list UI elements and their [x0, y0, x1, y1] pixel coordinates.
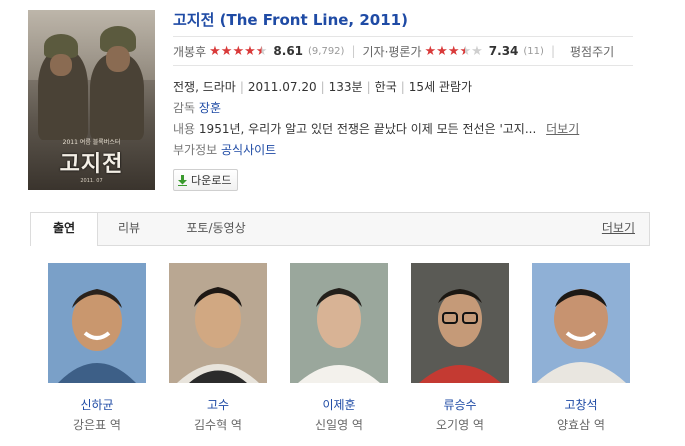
audience-stars: ★ ★ ★ ★ ★: [209, 45, 267, 58]
cast-photo[interactable]: [169, 263, 267, 383]
cast-role: 김수혁 역: [194, 418, 242, 432]
star-empty-icon: ★: [471, 43, 483, 59]
movie-title-ko: 고지전: [173, 11, 215, 29]
cast-photo[interactable]: [48, 263, 146, 383]
movie-title-en: (The Front Line, 2011): [219, 11, 408, 29]
star-icon: ★: [424, 43, 437, 59]
critic-stars: ★ ★ ★ ★ ★: [425, 45, 483, 58]
cast-card[interactable]: 신하균 강은표 역: [48, 263, 146, 433]
star-icon: ★: [232, 43, 245, 59]
cast-name[interactable]: 이제훈: [290, 396, 388, 413]
cast-name[interactable]: 류승수: [411, 396, 509, 413]
poster-face-right: [106, 46, 130, 72]
movie-poster[interactable]: 2011 여름 블록버스터 고지전 2011. 07: [28, 10, 155, 190]
download-arrow-icon: [178, 174, 187, 186]
download-label: 다운로드: [191, 174, 232, 187]
critic-score: 7.34: [488, 44, 519, 58]
star-icon: ★: [209, 43, 221, 59]
star-half-icon: ★: [459, 43, 472, 59]
runtime: 133분: [328, 80, 363, 94]
star-icon: ★: [447, 43, 460, 59]
director-label: 감독: [173, 101, 196, 115]
cast-photo[interactable]: [290, 263, 388, 383]
audience-rating-label: 개봉후: [173, 44, 207, 59]
star-half-icon: ★: [255, 43, 268, 59]
cast-photo[interactable]: [532, 263, 630, 383]
tab-photo-video[interactable]: 포토/동영상: [161, 213, 271, 245]
cast-role: 강은표 역: [73, 418, 121, 432]
rate-movie-link[interactable]: 평점주기: [570, 43, 614, 60]
director-link[interactable]: 장훈: [199, 101, 221, 115]
synopsis-text: 1951년, 우리가 알고 있던 전쟁은 끝났다 이제 모든 전선은 '고지..…: [198, 122, 537, 136]
cast-photo[interactable]: [411, 263, 509, 383]
info-extra-line: 부가정보 공식사이트: [173, 140, 579, 161]
extra-label: 부가정보: [173, 143, 218, 157]
star-icon: ★: [436, 43, 448, 59]
download-button[interactable]: 다운로드: [173, 169, 239, 191]
star-icon: ★: [244, 43, 256, 59]
tab-more-link[interactable]: 더보기: [602, 213, 635, 244]
star-icon: ★: [220, 43, 233, 59]
genre: 전쟁, 드라마: [173, 80, 236, 94]
cast-name[interactable]: 고창석: [532, 396, 630, 413]
cast-name[interactable]: 신하균: [48, 396, 146, 413]
cast-role: 양효삼 역: [557, 418, 605, 432]
country: 한국: [374, 80, 397, 94]
cast-card[interactable]: 고수 김수혁 역: [169, 263, 267, 433]
poster-footer: 2011. 07: [80, 178, 103, 184]
poster-face-left: [50, 54, 72, 76]
rating-divider: |: [351, 44, 356, 58]
synopsis-more-link[interactable]: 더보기: [546, 122, 579, 136]
cast-card[interactable]: 고창석 양효삼 역: [532, 263, 630, 433]
official-site-link[interactable]: 공식사이트: [221, 143, 276, 157]
info-director-line: 감독 장훈: [173, 98, 579, 119]
rating-divider: |: [550, 44, 555, 58]
content-tabs: 출연 리뷰 포토/동영상 더보기: [30, 212, 650, 246]
info-meta-line: 전쟁, 드라마 | 2011.07.20 | 133분 | 한국 | 15세 관람가: [173, 80, 473, 94]
critic-rating-label: 기자·평론가: [362, 44, 422, 59]
info-synopsis-line: 내용 1951년, 우리가 알고 있던 전쟁은 끝났다 이제 모든 전선은 '고…: [173, 119, 579, 140]
cast-role: 신일영 역: [315, 418, 363, 432]
poster-title: 고지전: [59, 152, 124, 177]
cast-name[interactable]: 고수: [169, 396, 267, 413]
rating-row: 개봉후 ★ ★ ★ ★ ★ 8.61 (9,792) | 기자·평론가 ★ ★ …: [173, 36, 633, 66]
synopsis-label: 내용: [173, 122, 196, 136]
release-date: 2011.07.20: [247, 80, 317, 94]
cast-card[interactable]: 이제훈 신일영 역: [290, 263, 388, 433]
critic-count: (11): [523, 45, 544, 57]
cast-role: 오기영 역: [436, 418, 484, 432]
tab-review[interactable]: 리뷰: [98, 213, 160, 245]
poster-subtitle: 2011 여름 블록버스터: [62, 139, 121, 146]
audience-score: 8.61: [273, 44, 304, 58]
movie-info: 전쟁, 드라마 | 2011.07.20 | 133분 | 한국 | 15세 관람가 감독 장훈…: [173, 77, 579, 161]
cast-card[interactable]: 류승수 오기영 역: [411, 263, 509, 433]
age-grade: 15세 관람가: [408, 80, 473, 94]
tab-cast[interactable]: 출연: [31, 213, 98, 246]
audience-count: (9,792): [308, 45, 345, 57]
movie-title[interactable]: 고지전 (The Front Line, 2011): [173, 9, 408, 30]
